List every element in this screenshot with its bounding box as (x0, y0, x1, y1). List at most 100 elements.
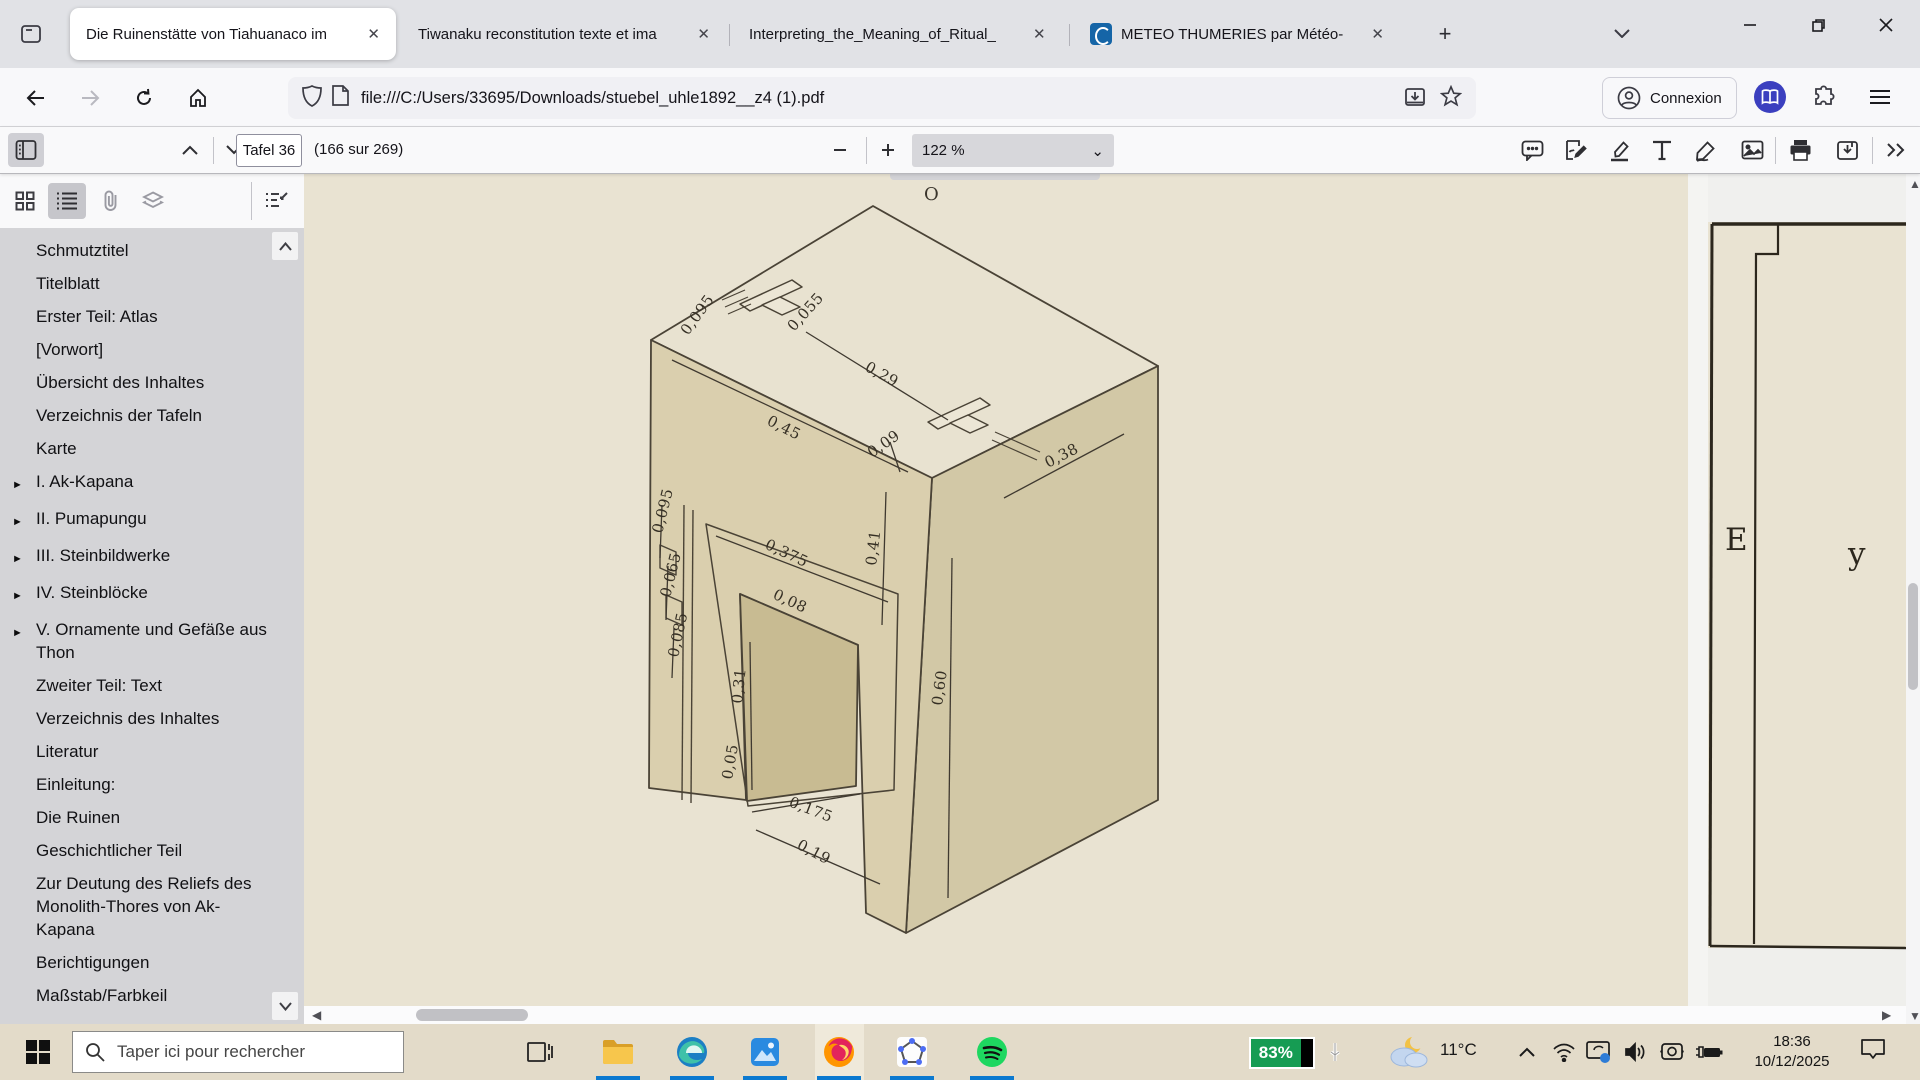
firefox-view-icon[interactable] (12, 16, 50, 52)
outline-item[interactable]: Die Ruinen (0, 801, 304, 834)
reload-icon[interactable] (126, 80, 162, 116)
expand-triangle-icon[interactable] (12, 740, 36, 763)
zoom-out-icon[interactable] (822, 133, 858, 167)
tracking-shield-icon[interactable] (302, 85, 322, 112)
display-sync-icon[interactable] (1584, 1038, 1614, 1066)
volume-icon[interactable] (1621, 1038, 1651, 1066)
add-text-icon[interactable] (1644, 133, 1680, 167)
tab-interpreting[interactable]: Interpreting_the_Meaning_of_Ritual_ ✕ (733, 8, 1066, 60)
expand-triangle-icon[interactable] (12, 806, 36, 829)
menu-hamburger-icon[interactable] (1862, 79, 1898, 115)
expand-triangle-icon[interactable] (12, 404, 36, 427)
expand-triangle-icon[interactable]: ► (12, 470, 36, 497)
taskbar-search-box[interactable]: Taper ici pour rechercher (72, 1031, 404, 1073)
outline-item[interactable]: Literatur (0, 735, 304, 768)
spotify-icon[interactable] (972, 1032, 1012, 1072)
outline-item[interactable]: ► V. Ornamente und Gefäße aus Thon (0, 613, 304, 669)
weather-moon-cloud-icon[interactable] (1384, 1032, 1432, 1072)
page-number-input[interactable] (236, 134, 302, 167)
outline-item[interactable]: ► II. Pumapungu (0, 502, 304, 539)
tab-close-icon[interactable]: ✕ (1367, 23, 1388, 45)
outline-item[interactable]: Übersicht des Inhaltes (0, 366, 304, 399)
tab-meteo[interactable]: METEO THUMERIES par Météo- ✕ (1074, 8, 1400, 60)
home-icon[interactable] (180, 80, 216, 116)
tab-tiahuanaco[interactable]: Die Ruinenstätte von Tiahuanaco im ✕ (70, 8, 396, 60)
outline-scroll-up-icon[interactable] (272, 232, 298, 260)
layers-icon[interactable] (134, 183, 172, 219)
bookmark-star-icon[interactable] (1440, 85, 1462, 112)
scroll-left-icon[interactable]: ◀ (312, 1009, 321, 1021)
scroll-down-icon[interactable]: ▼ (1909, 1010, 1920, 1022)
outline-item[interactable]: Titelblatt (0, 267, 304, 300)
expand-triangle-icon[interactable] (12, 839, 36, 862)
outline-item[interactable]: ► III. Steinbildwerke (0, 539, 304, 576)
tab-close-icon[interactable]: ✕ (693, 23, 714, 45)
thumbnails-view-icon[interactable] (6, 183, 44, 219)
battery-percentage-widget[interactable]: 83% (1249, 1037, 1315, 1069)
outline-item[interactable]: Schmutztitel (0, 234, 304, 267)
notification-center-icon[interactable] (1858, 1036, 1888, 1064)
horizontal-scrollbar[interactable]: ◀ ▶ (304, 1006, 1906, 1024)
add-image-icon[interactable] (1734, 133, 1770, 167)
list-all-tabs-icon[interactable] (1604, 16, 1640, 50)
more-tools-icon[interactable] (1878, 133, 1914, 167)
outline-view-icon[interactable] (48, 183, 86, 219)
highlighter-icon[interactable] (1601, 133, 1637, 167)
outline-item[interactable]: Einleitung: (0, 768, 304, 801)
scroll-up-icon[interactable]: ▲ (1909, 178, 1920, 190)
expand-triangle-icon[interactable] (12, 305, 36, 328)
outline-item[interactable]: ► IV. Steinblöcke (0, 576, 304, 613)
task-view-button[interactable] (520, 1032, 560, 1072)
geogebra-icon[interactable] (892, 1032, 932, 1072)
expand-triangle-icon[interactable] (12, 707, 36, 730)
forward-icon[interactable] (72, 80, 108, 116)
outline-item[interactable]: Maßstab/Farbkeil (0, 979, 304, 1012)
wifi-icon[interactable] (1549, 1038, 1579, 1066)
photos-app-icon[interactable] (745, 1032, 785, 1072)
expand-triangle-icon[interactable]: ► (12, 544, 36, 571)
extensions-puzzle-icon[interactable] (1806, 79, 1842, 115)
expand-triangle-icon[interactable]: ► (12, 618, 36, 664)
zoom-level-select[interactable]: 122 % ⌄ (912, 134, 1114, 167)
signature-icon[interactable] (1558, 133, 1594, 167)
outline-item[interactable]: Verzeichnis des Inhaltes (0, 702, 304, 735)
draw-pen-icon[interactable] (1687, 133, 1723, 167)
start-button[interactable] (18, 1032, 58, 1072)
current-outline-item-icon[interactable] (258, 183, 296, 219)
outline-item[interactable]: Karte (0, 432, 304, 465)
save-icon[interactable] (1829, 133, 1865, 167)
outline-item[interactable]: Geschichtlicher Teil (0, 834, 304, 867)
print-icon[interactable] (1782, 133, 1818, 167)
camera-icon[interactable] (1657, 1038, 1687, 1066)
outline-item[interactable]: ► I. Ak-Kapana (0, 465, 304, 502)
zoom-in-icon[interactable] (870, 133, 906, 167)
expand-triangle-icon[interactable] (12, 437, 36, 460)
url-bar[interactable]: file:///C:/Users/33695/Downloads/stuebel… (288, 77, 1476, 119)
expand-triangle-icon[interactable] (12, 872, 36, 941)
expand-triangle-icon[interactable] (12, 674, 36, 697)
back-icon[interactable] (18, 80, 54, 116)
expand-triangle-icon[interactable] (12, 338, 36, 361)
outline-item[interactable]: Verzeichnis der Tafeln (0, 399, 304, 432)
outline-item[interactable]: Erster Teil: Atlas (0, 300, 304, 333)
annotation-comment-icon[interactable] (1514, 133, 1550, 167)
firefox-icon[interactable] (819, 1032, 859, 1072)
expand-triangle-icon[interactable] (12, 951, 36, 974)
file-explorer-icon[interactable] (598, 1032, 638, 1072)
tab-close-icon[interactable]: ✕ (363, 23, 384, 45)
outline-item[interactable]: Zur Deutung des Reliefs des Monolith-Tho… (0, 867, 304, 946)
tray-expand-chevron-icon[interactable] (1512, 1038, 1542, 1066)
edge-browser-icon[interactable] (672, 1032, 712, 1072)
new-tab-button[interactable]: + (1428, 18, 1462, 50)
expand-triangle-icon[interactable] (12, 984, 36, 1007)
power-battery-icon[interactable] (1694, 1038, 1724, 1066)
url-text[interactable]: file:///C:/Users/33695/Downloads/stuebel… (361, 89, 1390, 108)
tab-close-icon[interactable]: ✕ (1029, 23, 1050, 45)
temperature-label[interactable]: 11°C (1440, 1040, 1477, 1060)
expand-triangle-icon[interactable] (12, 371, 36, 394)
previous-page-icon[interactable] (172, 133, 208, 167)
close-window-button[interactable] (1858, 0, 1914, 50)
expand-triangle-icon[interactable] (12, 773, 36, 796)
minimize-button[interactable] (1722, 0, 1778, 50)
horizontal-scroll-thumb[interactable] (416, 1009, 528, 1021)
